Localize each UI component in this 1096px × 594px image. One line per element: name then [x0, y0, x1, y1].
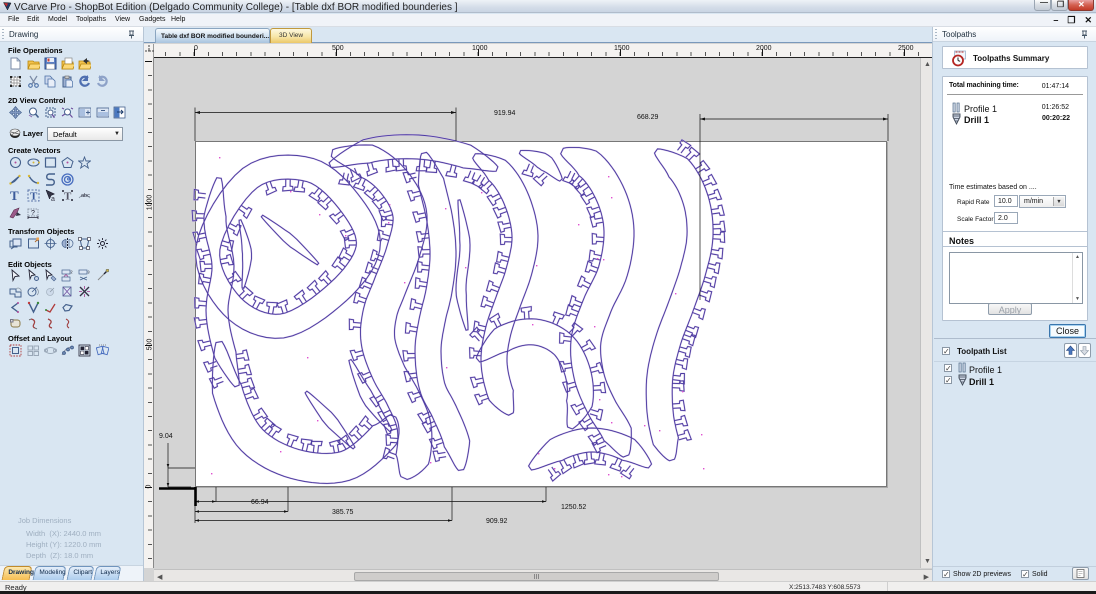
svg-text:³: ³ [88, 271, 90, 277]
svg-text:919.94: 919.94 [494, 110, 516, 117]
svg-text:abc: abc [81, 193, 90, 199]
svg-text:a: a [51, 196, 55, 202]
svg-text:66.94: 66.94 [251, 499, 269, 506]
svg-text:T: T [30, 191, 38, 203]
svg-text:T: T [64, 191, 72, 203]
svg-text:1250.52: 1250.52 [561, 504, 586, 511]
svg-text:9.04: 9.04 [159, 433, 173, 440]
svg-text:²: ² [71, 271, 73, 277]
svg-text:385.75: 385.75 [332, 509, 354, 516]
svg-text:909.92: 909.92 [486, 518, 508, 525]
svg-text:668.29: 668.29 [637, 114, 659, 121]
svg-text:?: ? [31, 210, 35, 217]
svg-text:T: T [10, 189, 19, 202]
